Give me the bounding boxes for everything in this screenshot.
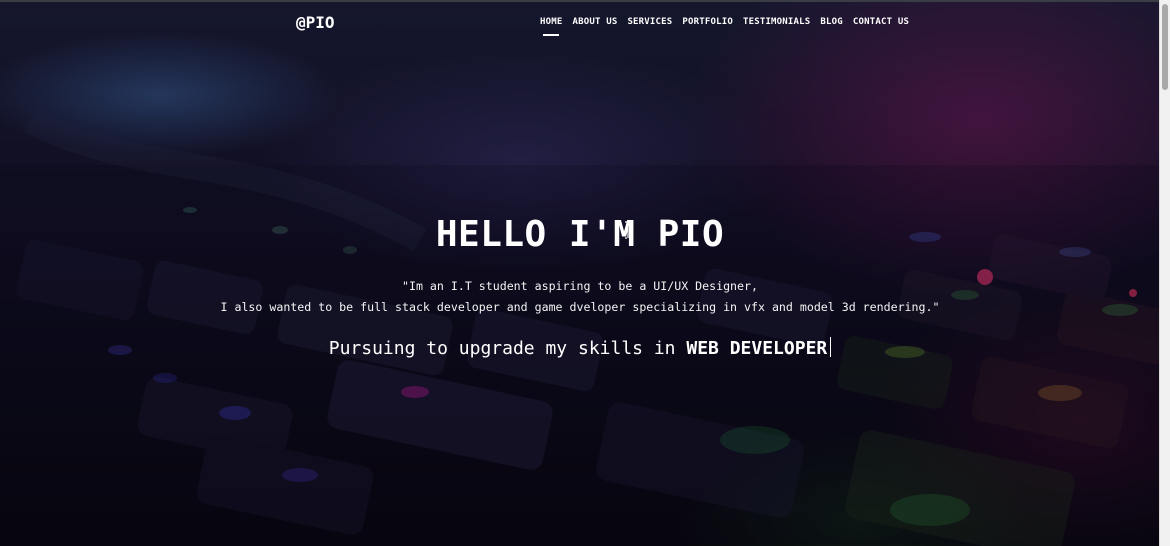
typing-highlight: WEB DEVELOPER (686, 338, 828, 359)
typing-prefix: Pursuing to upgrade my skills in (328, 338, 676, 359)
typing-text: Pursuing to upgrade my skills in WEB DEV… (0, 337, 1160, 359)
hero-title: HELLO I'M PIO (435, 214, 725, 255)
nav-item-services[interactable]: SERVICES (627, 17, 672, 27)
nav-item-blog[interactable]: BLOG (820, 17, 842, 27)
nav-item-home[interactable]: HOME (540, 17, 562, 36)
hero-description-line-2: I also wanted to be full stack developer… (220, 300, 940, 314)
dark-overlay (0, 0, 1170, 546)
main-nav: HOME ABOUT US SERVICES PORTFOLIO TESTIMO… (540, 17, 909, 36)
nav-item-portfolio[interactable]: PORTFOLIO (682, 17, 733, 27)
nav-item-about-us[interactable]: ABOUT US (572, 17, 617, 27)
page: @PIO HOME ABOUT US SERVICES PORTFOLIO TE… (0, 0, 1170, 546)
nav-item-testimonials[interactable]: TESTIMONIALS (743, 17, 810, 27)
site-logo[interactable]: @PIO (296, 13, 335, 32)
typing-cursor (830, 337, 832, 357)
scrollbar[interactable] (1159, 0, 1170, 546)
text-cursor-icon (625, 221, 631, 239)
browser-top-edge (0, 0, 1170, 2)
scrollbar-thumb[interactable] (1162, 4, 1168, 90)
nav-item-contact-us[interactable]: CONTACT US (853, 17, 909, 27)
hero-description-line-1: "Im an I.T student aspiring to be a UI/U… (402, 279, 758, 293)
